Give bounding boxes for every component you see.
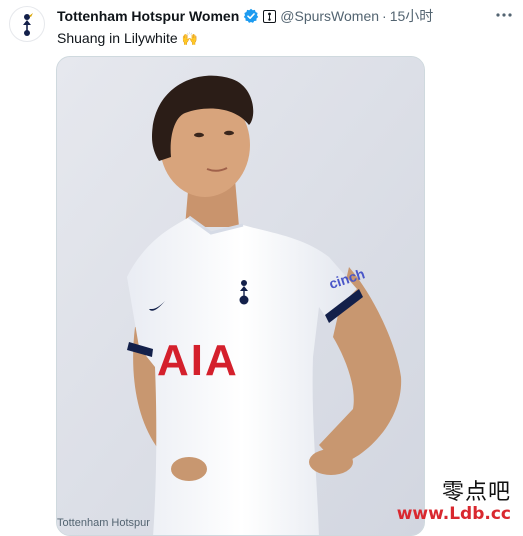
site-watermark: 零点吧 www.Ldb.cc	[397, 482, 511, 523]
cockerel-crest-icon	[23, 13, 33, 36]
verified-badge-icon[interactable]	[243, 8, 259, 24]
display-name[interactable]: Tottenham Hotspur Women	[57, 8, 239, 24]
watermark-url: www.Ldb.cc	[396, 504, 511, 524]
avatar[interactable]	[9, 6, 45, 42]
watermark-chinese: 零点吧	[441, 480, 511, 505]
tweet-photo[interactable]: cinch AIA	[56, 56, 425, 536]
more-options-icon[interactable]	[495, 8, 513, 22]
handle[interactable]: @SpursWomen	[280, 8, 379, 24]
affiliate-badge-icon[interactable]	[263, 9, 277, 23]
shirt-sponsor-label: AIA	[157, 336, 239, 385]
tweet-card[interactable]: Tottenham Hotspur Women @SpursWomen · 15…	[0, 0, 523, 536]
timestamp[interactable]: 15小时	[390, 6, 434, 26]
separator-dot: ·	[382, 8, 387, 24]
player-photo: cinch AIA	[57, 57, 424, 535]
tweet-text: Shuang in Lilywhite 🙌	[57, 30, 198, 47]
media-caption: Tottenham Hotspur	[57, 517, 150, 529]
tweet-text-body: Shuang in Lilywhite	[57, 30, 178, 46]
raising-hands-emoji: 🙌	[181, 31, 198, 46]
tweet-header: Tottenham Hotspur Women @SpursWomen · 15…	[57, 7, 433, 25]
